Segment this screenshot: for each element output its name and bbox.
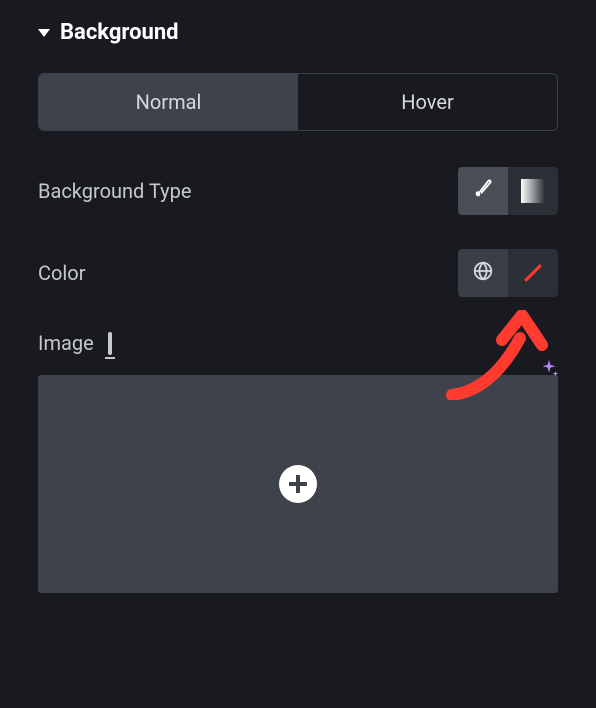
plus-icon — [279, 465, 317, 503]
tab-hover[interactable]: Hover — [298, 74, 557, 130]
image-label: Image — [38, 331, 94, 355]
background-type-classic-button[interactable] — [458, 167, 508, 215]
color-picker-button[interactable] — [508, 249, 558, 297]
section-header[interactable]: Background — [38, 20, 558, 45]
color-row: Color — [38, 249, 558, 297]
image-row: Image — [38, 331, 558, 355]
section-title: Background — [60, 20, 179, 45]
responsive-control[interactable] — [108, 334, 112, 353]
globe-icon — [472, 260, 494, 286]
color-label: Color — [38, 261, 85, 285]
state-tabs: Normal Hover — [38, 73, 558, 131]
brush-icon — [472, 178, 494, 204]
no-color-icon — [520, 260, 546, 286]
background-type-gradient-button[interactable] — [508, 167, 558, 215]
tab-normal[interactable]: Normal — [39, 74, 298, 130]
background-type-row: Background Type — [38, 167, 558, 215]
background-type-group — [458, 167, 558, 215]
image-dropzone[interactable] — [38, 375, 558, 593]
desktop-icon — [108, 332, 112, 355]
color-global-button[interactable] — [458, 249, 508, 297]
sparkle-icon — [538, 358, 560, 385]
background-type-label: Background Type — [38, 179, 191, 203]
color-group — [458, 249, 558, 297]
gradient-icon — [521, 179, 545, 203]
chevron-down-icon — [38, 29, 50, 37]
